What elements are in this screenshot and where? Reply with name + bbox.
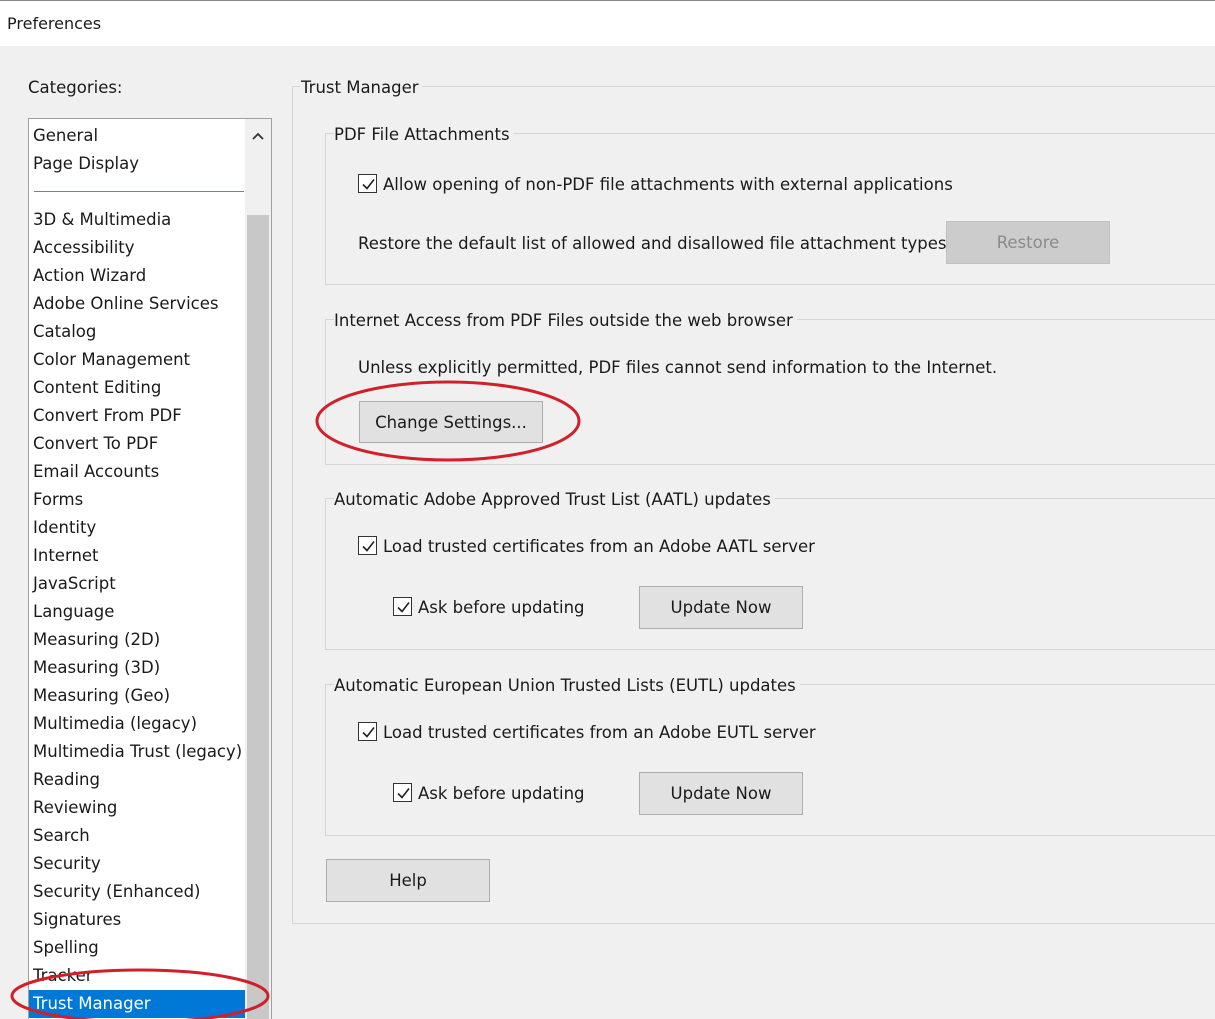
category-item-security[interactable]: Security — [29, 850, 245, 878]
eutl-group-title: Automatic European Union Trusted Lists (… — [334, 676, 800, 695]
category-item-email-accounts[interactable]: Email Accounts — [29, 458, 245, 486]
aatl-group-title: Automatic Adobe Approved Trust List (AAT… — [334, 490, 775, 509]
restore-description: Restore the default list of allowed and … — [358, 234, 952, 253]
eutl-load-checkbox[interactable] — [358, 722, 377, 741]
help-button[interactable]: Help — [326, 859, 490, 902]
eutl-load-label: Load trusted certificates from an Adobe … — [383, 723, 816, 742]
categories-label: Categories: — [28, 78, 123, 97]
title-bar: Preferences — [0, 0, 1215, 46]
restore-button[interactable]: Restore — [946, 221, 1110, 264]
category-item-search[interactable]: Search — [29, 822, 245, 850]
category-item-multimedia-trust-legacy[interactable]: Multimedia Trust (legacy) — [29, 738, 245, 766]
eutl-ask-checkbox[interactable] — [393, 783, 412, 802]
window-title: Preferences — [7, 14, 102, 33]
category-item-accessibility[interactable]: Accessibility — [29, 234, 245, 262]
aatl-ask-label: Ask before updating — [418, 598, 585, 617]
category-item-page-display[interactable]: Page Display — [29, 150, 245, 178]
category-item-measuring-geo[interactable]: Measuring (Geo) — [29, 682, 245, 710]
aatl-ask-checkbox[interactable] — [393, 597, 412, 616]
category-item-security-enhanced[interactable]: Security (Enhanced) — [29, 878, 245, 906]
category-item-signatures[interactable]: Signatures — [29, 906, 245, 934]
allow-attachments-label: Allow opening of non-PDF file attachment… — [383, 175, 953, 194]
checkmark-icon — [362, 727, 375, 738]
categories-list[interactable]: General Page Display 3D & Multimedia Acce… — [28, 118, 272, 1019]
category-item-content-editing[interactable]: Content Editing — [29, 374, 245, 402]
category-item-javascript[interactable]: JavaScript — [29, 570, 245, 598]
category-item-measuring-3d[interactable]: Measuring (3D) — [29, 654, 245, 682]
category-item-identity[interactable]: Identity — [29, 514, 245, 542]
aatl-update-now-button[interactable]: Update Now — [639, 586, 803, 629]
change-settings-button[interactable]: Change Settings... — [359, 401, 543, 443]
internet-access-group-title: Internet Access from PDF Files outside t… — [334, 311, 797, 330]
internet-access-info: Unless explicitly permitted, PDF files c… — [358, 358, 998, 377]
panel-title: Trust Manager — [300, 78, 422, 97]
internet-access-group — [325, 319, 1215, 465]
category-item-action-wizard[interactable]: Action Wizard — [29, 262, 245, 290]
category-item-reviewing[interactable]: Reviewing — [29, 794, 245, 822]
checkmark-icon — [362, 541, 375, 552]
category-item-general[interactable]: General — [29, 122, 245, 150]
eutl-ask-label: Ask before updating — [418, 784, 585, 803]
category-item-forms[interactable]: Forms — [29, 486, 245, 514]
aatl-load-label: Load trusted certificates from an Adobe … — [383, 537, 815, 556]
category-item-adobe-online-services[interactable]: Adobe Online Services — [29, 290, 245, 318]
scroll-up-icon[interactable] — [245, 121, 271, 151]
category-item-language[interactable]: Language — [29, 598, 245, 626]
category-divider — [34, 191, 244, 192]
category-item-spelling[interactable]: Spelling — [29, 934, 245, 962]
category-item-3d-multimedia[interactable]: 3D & Multimedia — [29, 206, 245, 234]
allow-attachments-checkbox[interactable] — [358, 174, 377, 193]
category-item-tracker[interactable]: Tracker — [29, 962, 245, 990]
category-item-internet[interactable]: Internet — [29, 542, 245, 570]
checkmark-icon — [362, 179, 375, 190]
scrollbar-thumb[interactable] — [247, 215, 269, 1019]
category-item-reading[interactable]: Reading — [29, 766, 245, 794]
category-item-color-management[interactable]: Color Management — [29, 346, 245, 374]
category-item-trust-manager[interactable]: Trust Manager — [29, 990, 245, 1018]
attachments-group-title: PDF File Attachments — [334, 125, 514, 144]
eutl-update-now-button[interactable]: Update Now — [639, 772, 803, 815]
aatl-load-checkbox[interactable] — [358, 536, 377, 555]
category-item-convert-to-pdf[interactable]: Convert To PDF — [29, 430, 245, 458]
category-item-catalog[interactable]: Catalog — [29, 318, 245, 346]
checkmark-icon — [397, 788, 410, 799]
checkmark-icon — [397, 602, 410, 613]
category-item-convert-from-pdf[interactable]: Convert From PDF — [29, 402, 245, 430]
category-item-multimedia-legacy[interactable]: Multimedia (legacy) — [29, 710, 245, 738]
category-item-measuring-2d[interactable]: Measuring (2D) — [29, 626, 245, 654]
